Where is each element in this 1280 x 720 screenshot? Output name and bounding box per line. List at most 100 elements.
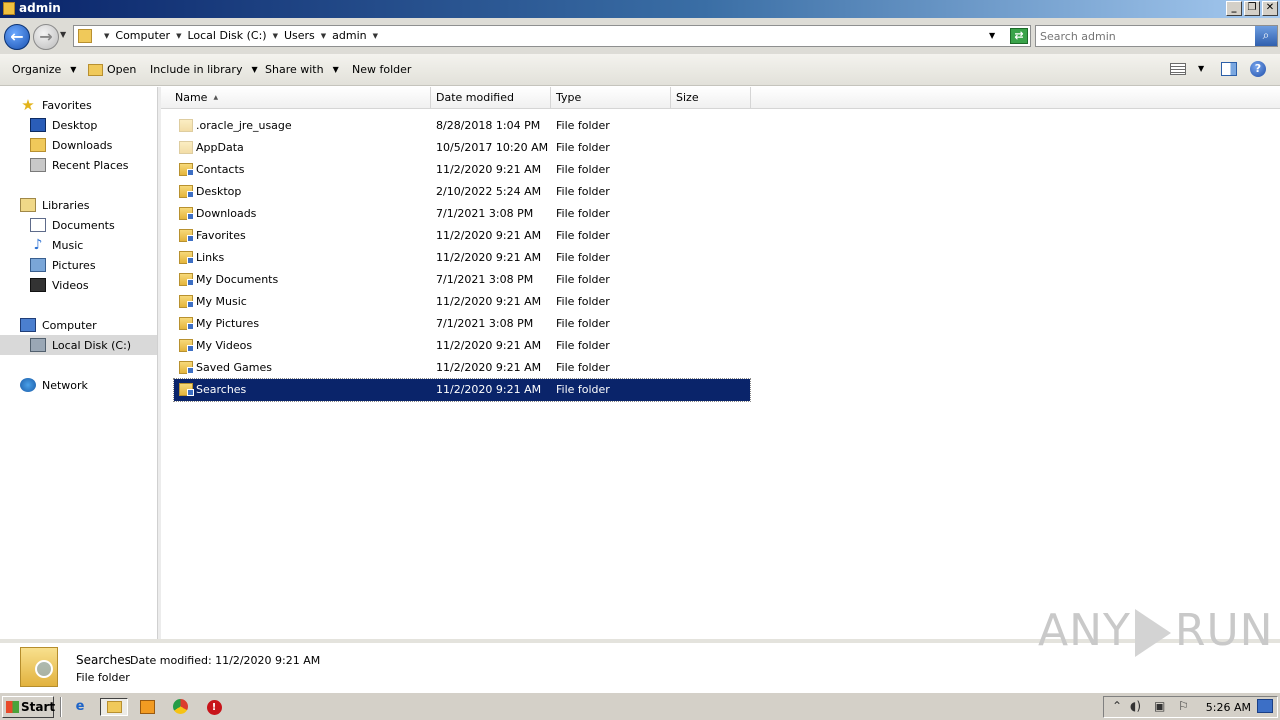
file-type: File folder [556,185,610,198]
volume-icon[interactable]: ◖) [1130,699,1141,713]
nav-network[interactable]: Network [0,375,157,395]
file-name: Saved Games [196,361,272,374]
nav-favorites[interactable]: ★ Favorites [0,95,157,115]
stop-icon[interactable]: ! [204,698,224,716]
include-in-library-button[interactable]: Include in library ▼ [150,63,258,76]
file-date-modified: 7/1/2021 3:08 PM [436,207,534,220]
folder-icon [179,317,194,330]
share-with-button[interactable]: Share with ▼ [265,63,339,76]
file-name: Links [196,251,225,264]
nav-item-desktop[interactable]: Desktop [0,115,157,135]
file-name: AppData [196,141,244,154]
table-row[interactable]: My Music 11/2/2020 9:21 AM File folder [174,291,750,313]
new-folder-button[interactable]: New folder [352,63,411,76]
table-row[interactable]: Desktop 2/10/2022 5:24 AM File folder [174,181,750,203]
search-box[interactable]: ⌕ [1035,25,1278,47]
organize-button[interactable]: Organize ▼ [12,63,76,76]
help-icon[interactable]: ? [1250,61,1266,77]
table-row[interactable]: .oracle_jre_usage 8/28/2018 1:04 PM File f… [174,115,750,137]
search-icon[interactable]: ⌕ [1255,26,1277,46]
folder-icon [3,2,15,15]
refresh-icon[interactable]: ⇄ [1010,28,1028,44]
open-label: Open [107,63,137,76]
file-name: My Music [196,295,247,308]
close-button[interactable]: ✕ [1262,1,1278,16]
column-name[interactable]: Name ▲ [170,87,431,109]
table-row[interactable]: My Documents 7/1/2021 3:08 PM File folder [174,269,750,291]
nav-libraries[interactable]: Libraries [0,195,157,215]
recent-pages-dropdown[interactable]: ▼ [60,30,66,39]
chevron-down-icon[interactable]: ▼ [373,32,378,40]
file-date-modified: 11/2/2020 9:21 AM [436,383,542,396]
minimize-button[interactable]: _ [1226,1,1242,16]
column-size[interactable]: Size [671,87,751,109]
command-bar: Organize ▼ Open Include in library ▼ Share… [0,54,1280,86]
view-options-icon[interactable] [1170,63,1186,75]
nav-label: Pictures [52,258,96,272]
file-name: Downloads [196,207,257,220]
organize-label: Organize [12,63,62,76]
column-date-modified[interactable]: Date modified [431,87,551,109]
breadcrumb-local-disk[interactable]: Local Disk (C:) [187,29,266,42]
table-row[interactable]: Contacts 11/2/2020 9:21 AM File folder [174,159,750,181]
nav-item-recent-places[interactable]: Recent Places [0,155,157,175]
media-player-icon[interactable] [137,698,157,716]
table-row[interactable]: Downloads 7/1/2021 3:08 PM File folder [174,203,750,225]
table-row[interactable]: Favorites 11/2/2020 9:21 AM File folder [174,225,750,247]
nav-label: Downloads [52,138,113,152]
column-name-label: Name [175,91,208,104]
chevron-down-icon[interactable]: ▼ [321,32,326,40]
chevron-down-icon[interactable]: ▼ [176,32,181,40]
window-title: admin [19,1,61,15]
file-type: File folder [556,317,610,330]
table-row[interactable]: Searches 11/2/2020 9:21 AM File folder [173,378,751,402]
back-button[interactable]: ← [4,24,30,50]
file-name: My Documents [196,273,279,286]
nav-item-videos[interactable]: Videos [0,275,157,295]
address-history-dropdown[interactable]: ▼ [989,31,995,40]
nav-item-music[interactable]: ♪ Music [0,235,157,255]
search-input[interactable] [1040,29,1250,44]
breadcrumb-users[interactable]: Users [284,29,315,42]
chevron-down-icon[interactable]: ▼ [104,32,109,40]
address-row: ← → ▼ ▼ Computer ▼ Local Disk (C:) ▼ Use… [0,18,1280,54]
table-row[interactable]: Links 11/2/2020 9:21 AM File folder [174,247,750,269]
column-type[interactable]: Type [551,87,671,109]
title-bar[interactable]: admin _ ❐ ✕ [0,0,1280,18]
show-hidden-icons-icon[interactable]: ⌃ [1112,699,1122,713]
table-row[interactable]: My Videos 11/2/2020 9:21 AM File folder [174,335,750,357]
maximize-button[interactable]: ❐ [1244,1,1260,16]
open-button[interactable]: Open [88,63,136,76]
file-date-modified: 11/2/2020 9:21 AM [436,251,542,264]
chrome-icon[interactable] [170,698,190,716]
chevron-down-icon[interactable]: ▼ [273,32,278,40]
watermark-left: ANY [1038,605,1131,656]
table-row[interactable]: Saved Games 11/2/2020 9:21 AM File folder [174,357,750,379]
internet-explorer-icon[interactable]: e [70,698,90,716]
libraries-icon [20,198,36,212]
breadcrumb-admin[interactable]: admin [332,29,366,42]
forward-button[interactable]: → [33,24,59,50]
start-button[interactable]: Start [2,696,55,718]
table-row[interactable]: AppData 10/5/2017 10:20 AM File folder [174,137,750,159]
nav-item-downloads[interactable]: Downloads [0,135,157,155]
file-type: File folder [556,251,610,264]
nav-item-local-disk[interactable]: Local Disk (C:) [0,335,157,355]
address-bar[interactable]: ▼ Computer ▼ Local Disk (C:) ▼ Users ▼ a… [73,25,1031,47]
network-status-icon[interactable]: ▣ [1154,699,1165,713]
clock[interactable]: 5:26 AM [1206,701,1251,714]
folder-icon [179,185,194,198]
breadcrumb-computer[interactable]: Computer [115,29,170,42]
nav-label: Favorites [42,98,92,112]
file-type: File folder [556,163,610,176]
chevron-down-icon[interactable]: ▼ [1198,64,1204,73]
windows-explorer-taskbar-button[interactable] [100,698,128,716]
table-row[interactable]: My Pictures 7/1/2021 3:08 PM File folder [174,313,750,335]
nav-item-pictures[interactable]: Pictures [0,255,157,275]
action-center-flag-icon[interactable]: ⚐ [1178,699,1189,713]
nav-computer[interactable]: Computer [0,315,157,335]
nav-item-documents[interactable]: Documents [0,215,157,235]
preview-pane-icon[interactable] [1221,62,1237,76]
file-date-modified: 11/2/2020 9:21 AM [436,339,542,352]
show-desktop-icon[interactable] [1257,699,1273,713]
